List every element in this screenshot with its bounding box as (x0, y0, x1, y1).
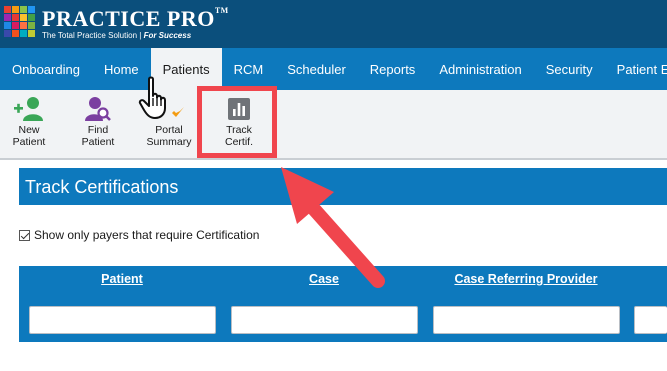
logo-square (28, 6, 35, 13)
new-patient-button[interactable]: New Patient (0, 96, 61, 148)
hand-pointer-icon (138, 76, 166, 119)
logo-square (20, 6, 27, 13)
certifications-table-header: Patient Case Case Referring Provider (19, 266, 667, 342)
highlight-callout (197, 86, 277, 158)
brand-tagline: The Total Practice Solution | For Succes… (42, 31, 192, 40)
nav-administration[interactable]: Administration (427, 48, 533, 90)
logo-square (4, 22, 11, 29)
payer-certification-label: Show only payers that require Certificat… (34, 228, 260, 242)
new-patient-label: New Patient (12, 124, 46, 148)
find-patient-label: Find Patient (81, 124, 115, 148)
logo-square (12, 6, 19, 13)
nav-security[interactable]: Security (534, 48, 605, 90)
referring-provider-filter-input[interactable] (433, 306, 620, 334)
nav-reports[interactable]: Reports (358, 48, 428, 90)
nav-rcm[interactable]: RCM (222, 48, 276, 90)
logo-square (4, 30, 11, 37)
find-patient-button[interactable]: Find Patient (66, 96, 130, 148)
column-case[interactable]: Case (231, 272, 417, 286)
patients-toolbar: New Patient Find Patient Portal Summary (0, 90, 667, 160)
main-content: Track Certifications Show only payers th… (0, 162, 667, 371)
page-title: Track Certifications (19, 168, 667, 205)
find-user-icon (66, 96, 130, 122)
logo-square (4, 14, 11, 21)
column-case-referring-provider[interactable]: Case Referring Provider (433, 272, 619, 286)
logo-icon (4, 6, 36, 38)
logo-square (20, 14, 27, 21)
next-column-filter-input[interactable] (634, 306, 667, 334)
case-filter-input[interactable] (231, 306, 418, 334)
main-nav: Onboarding Home Patients RCM Scheduler R… (0, 48, 667, 90)
nav-onboarding[interactable]: Onboarding (0, 48, 92, 90)
logo-square (4, 6, 11, 13)
nav-patient-engagement[interactable]: Patient Eng (605, 48, 667, 90)
portal-summary-label: Portal Summary (146, 124, 192, 148)
brand-name: PRACTICE PROTM (42, 6, 229, 31)
logo-square (12, 22, 19, 29)
logo-square (20, 22, 27, 29)
payer-certification-checkbox[interactable] (19, 229, 30, 241)
payer-filter-row: Show only payers that require Certificat… (19, 228, 259, 242)
add-user-icon (0, 96, 61, 122)
logo-square (12, 30, 19, 37)
logo-square (20, 30, 27, 37)
column-patient[interactable]: Patient (29, 272, 215, 286)
logo-square (28, 14, 35, 21)
logo-square (12, 14, 19, 21)
app-header: PRACTICE PROTM The Total Practice Soluti… (0, 0, 667, 48)
logo-square (28, 30, 35, 37)
nav-scheduler[interactable]: Scheduler (275, 48, 358, 90)
logo-square (28, 22, 35, 29)
patient-filter-input[interactable] (29, 306, 216, 334)
